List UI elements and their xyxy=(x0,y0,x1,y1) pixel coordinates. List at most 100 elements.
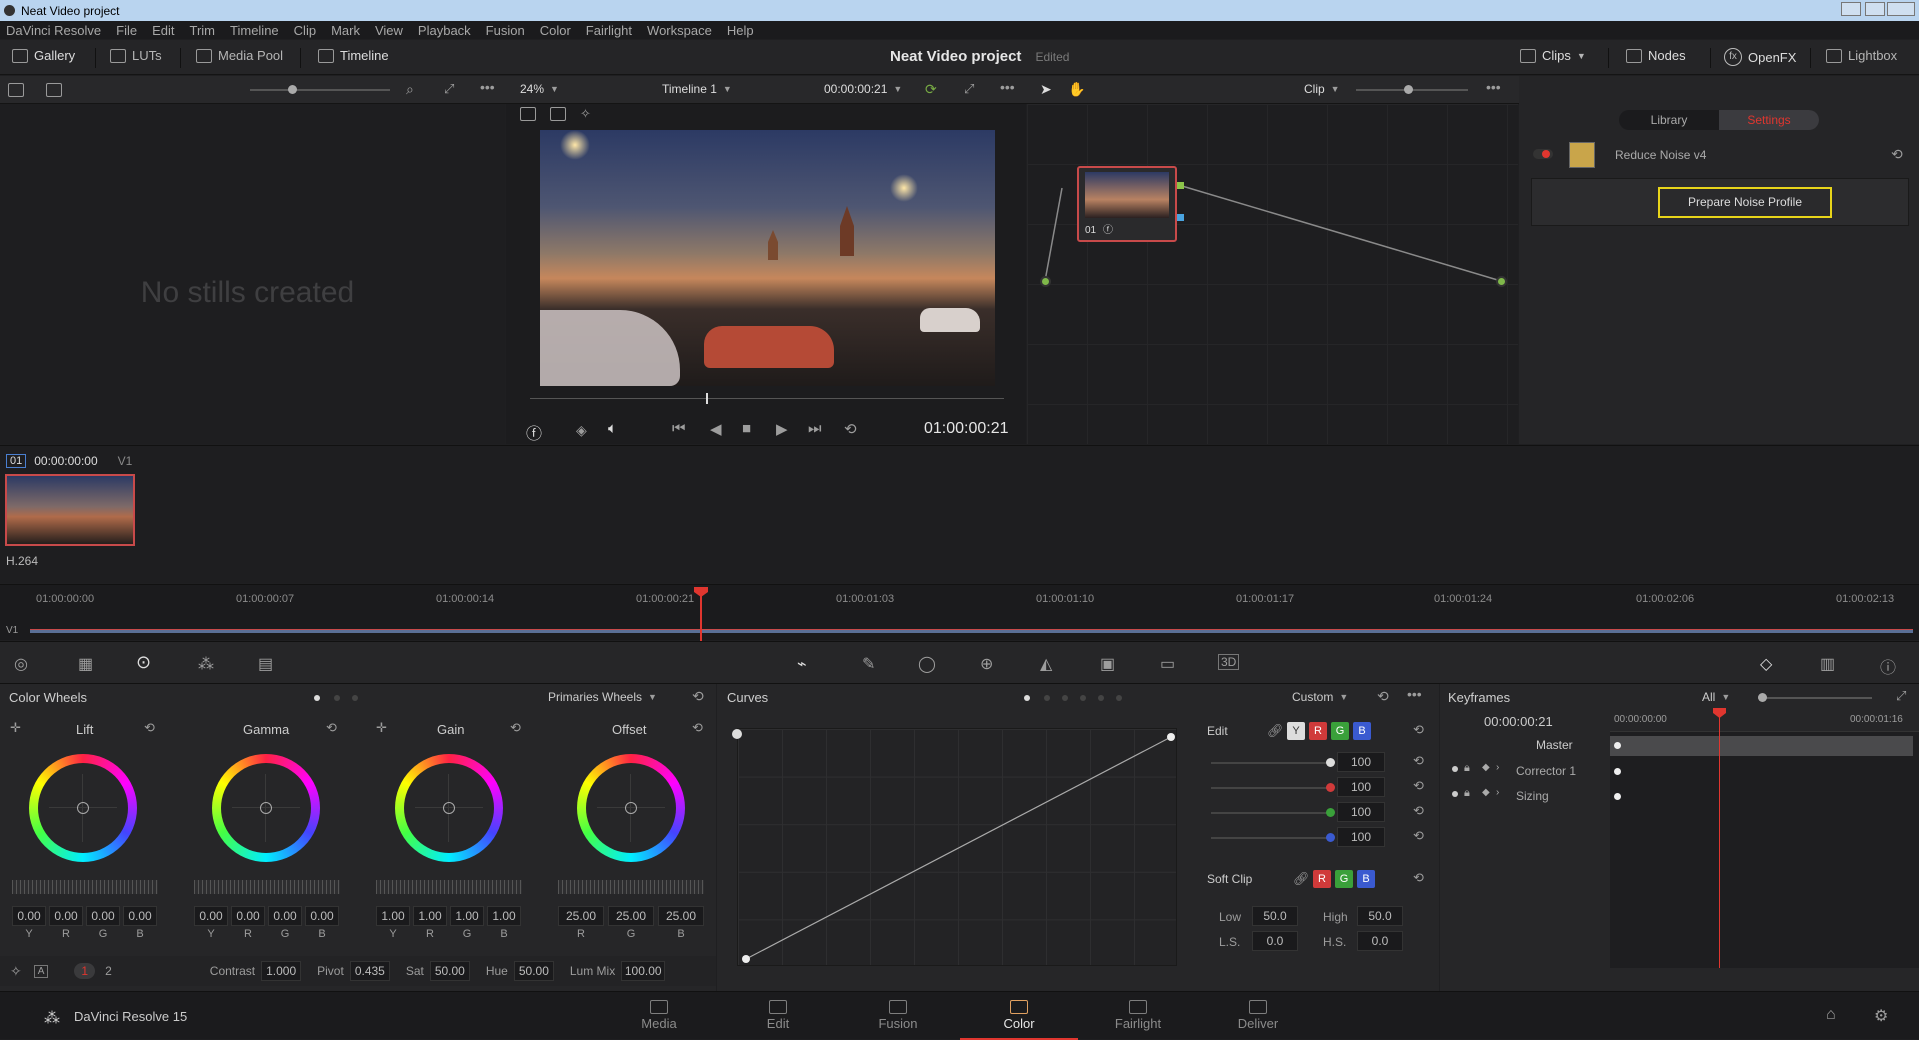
skip-to-end-icon[interactable]: ⏭︎ xyxy=(808,420,822,437)
page-deliver[interactable]: Deliver xyxy=(1199,992,1317,1040)
node-rgb-output[interactable] xyxy=(1177,182,1184,189)
more-options-icon[interactable]: ••• xyxy=(1407,686,1422,702)
diamond-icon[interactable]: ◆ xyxy=(1482,787,1490,798)
reset-icon[interactable]: ⟲ xyxy=(326,720,337,736)
reset-icon[interactable]: ⟲ xyxy=(1413,870,1424,886)
expand-icon[interactable]: ⤢ xyxy=(1896,688,1906,704)
skip-to-start-icon[interactable]: ⏮︎ xyxy=(672,420,686,437)
channel-r-button[interactable]: R xyxy=(1309,722,1327,740)
keyframe-row-sizing[interactable]: 🔒︎ ◆ › Sizing xyxy=(1440,785,1919,809)
reset-icon[interactable]: ⟲ xyxy=(692,688,704,705)
page-fusion[interactable]: Fusion xyxy=(839,992,957,1040)
play-icon[interactable]: ▶ xyxy=(776,420,788,438)
ls-value[interactable]: 0.0 xyxy=(1252,931,1298,951)
viewer-scrubber[interactable] xyxy=(530,393,1004,404)
gamma-b-value[interactable]: 0.00 xyxy=(305,906,339,926)
single-viewer-icon[interactable] xyxy=(520,107,536,121)
menu-edit[interactable]: Edit xyxy=(152,23,174,38)
keyframe-dot[interactable] xyxy=(1614,742,1621,749)
channel-b-button[interactable]: B xyxy=(1357,870,1375,888)
rgb-mixer-icon[interactable]: ⁂ xyxy=(198,654,214,674)
lock-icon[interactable]: 🔒︎ xyxy=(1464,762,1470,775)
reset-icon[interactable]: ⟲ xyxy=(1413,803,1424,819)
menu-fairlight[interactable]: Fairlight xyxy=(586,23,632,38)
qualifier-icon[interactable]: ✎ xyxy=(862,654,875,674)
luts-button[interactable]: LUTs xyxy=(110,48,162,63)
page-dot[interactable] xyxy=(334,695,340,701)
page-dot[interactable] xyxy=(1062,695,1068,701)
expand-icon[interactable]: ⤢ xyxy=(444,81,454,97)
page-dot[interactable] xyxy=(1080,695,1086,701)
clip-thumbnail[interactable] xyxy=(5,474,135,546)
b-intensity-slider[interactable] xyxy=(1211,833,1335,842)
picker-icon[interactable]: ✛ xyxy=(376,720,387,736)
offset-master-slider[interactable] xyxy=(558,880,704,894)
tab-settings[interactable]: Settings xyxy=(1719,110,1819,130)
node-alpha-output[interactable] xyxy=(1177,214,1184,221)
keyframe-dot[interactable] xyxy=(1614,793,1621,800)
tracker-icon[interactable]: ⊕ xyxy=(980,654,993,674)
timeline-dropdown[interactable]: Timeline 1 ▼ xyxy=(662,82,732,96)
page-dot[interactable] xyxy=(1044,695,1050,701)
gallery-zoom-slider[interactable] xyxy=(250,85,390,94)
fx-bypass-icon[interactable]: ⓕ xyxy=(526,420,542,444)
gain-y-value[interactable]: 1.00 xyxy=(376,906,410,926)
prepare-noise-profile-button[interactable]: Prepare Noise Profile xyxy=(1658,187,1832,218)
info-icon[interactable]: ⓘ xyxy=(1880,654,1896,678)
offset-r-value[interactable]: 25.00 xyxy=(558,906,604,926)
gamma-g-value[interactable]: 0.00 xyxy=(268,906,302,926)
menu-timeline[interactable]: Timeline xyxy=(230,23,279,38)
reset-icon[interactable]: ⟲ xyxy=(1377,688,1389,705)
step-back-icon[interactable]: ◀ xyxy=(710,420,722,438)
channel-y-button[interactable]: Y xyxy=(1287,722,1305,740)
diamond-icon[interactable]: ◆ xyxy=(1482,762,1490,773)
picker-icon[interactable]: ✛ xyxy=(10,720,21,736)
node-input-socket[interactable] xyxy=(1040,276,1051,287)
curves-icon[interactable]: ⌁ xyxy=(797,654,807,674)
lightbox-button[interactable]: Lightbox xyxy=(1826,48,1897,63)
split-viewer-icon[interactable] xyxy=(550,107,566,121)
page-dot[interactable] xyxy=(352,695,358,701)
layers-icon[interactable]: ◈ xyxy=(576,422,587,439)
timeline-button[interactable]: Timeline xyxy=(318,48,389,63)
reset-icon[interactable]: ⟲ xyxy=(692,720,703,736)
curve-point-white[interactable] xyxy=(1167,733,1175,741)
key-icon[interactable]: ▣ xyxy=(1100,654,1115,674)
keyframe-filter-dropdown[interactable]: All ▼ xyxy=(1702,690,1730,704)
g-intensity-slider[interactable] xyxy=(1211,808,1335,817)
contrast-value[interactable]: 1.000 xyxy=(261,961,302,981)
hand-tool-icon[interactable]: ✋ xyxy=(1068,81,1085,98)
reset-icon[interactable]: ⟲ xyxy=(1413,828,1424,844)
hs-value[interactable]: 0.0 xyxy=(1357,931,1403,951)
3d-icon[interactable]: 3D xyxy=(1218,654,1240,670)
minimize-button[interactable] xyxy=(1841,2,1861,16)
curve-handle[interactable] xyxy=(732,729,742,739)
visibility-icon[interactable] xyxy=(1452,766,1458,772)
node-mode-dropdown[interactable]: Clip ▼ xyxy=(1304,82,1340,96)
pivot-value[interactable]: 0.435 xyxy=(349,961,390,981)
maximize-button[interactable] xyxy=(1865,2,1885,16)
gear-icon[interactable]: ⚙ xyxy=(1874,1006,1888,1026)
camera-raw-icon[interactable]: ◎ xyxy=(14,654,28,674)
scopes-icon[interactable]: ▥ xyxy=(1820,654,1835,674)
channel-g-button[interactable]: G xyxy=(1335,870,1353,888)
gamma-r-value[interactable]: 0.00 xyxy=(231,906,265,926)
gamma-y-value[interactable]: 0.00 xyxy=(194,906,228,926)
lift-y-value[interactable]: 0.00 xyxy=(12,906,46,926)
menu-playback[interactable]: Playback xyxy=(418,23,471,38)
curve-point-black[interactable] xyxy=(742,955,750,963)
page-1-button[interactable]: 1 xyxy=(74,963,96,979)
gallery-button[interactable]: Gallery xyxy=(12,48,75,63)
fullscreen-icon[interactable]: ⤢ xyxy=(964,81,974,97)
more-options-icon[interactable]: ••• xyxy=(1000,79,1015,95)
reset-icon[interactable]: ⟲ xyxy=(1413,753,1424,769)
pointer-tool-icon[interactable]: ➤ xyxy=(1040,81,1052,98)
lift-wheel[interactable] xyxy=(29,754,137,862)
keyframe-row-corrector[interactable]: 🔒︎ ◆ › Corrector 1 xyxy=(1440,760,1919,784)
hue-value[interactable]: 50.00 xyxy=(513,961,554,981)
page-edit[interactable]: Edit xyxy=(719,992,837,1040)
node-output-socket[interactable] xyxy=(1496,276,1507,287)
menu-clip[interactable]: Clip xyxy=(294,23,316,38)
link-icon[interactable]: 🔗︎ xyxy=(1267,723,1284,739)
playhead[interactable] xyxy=(694,587,708,641)
